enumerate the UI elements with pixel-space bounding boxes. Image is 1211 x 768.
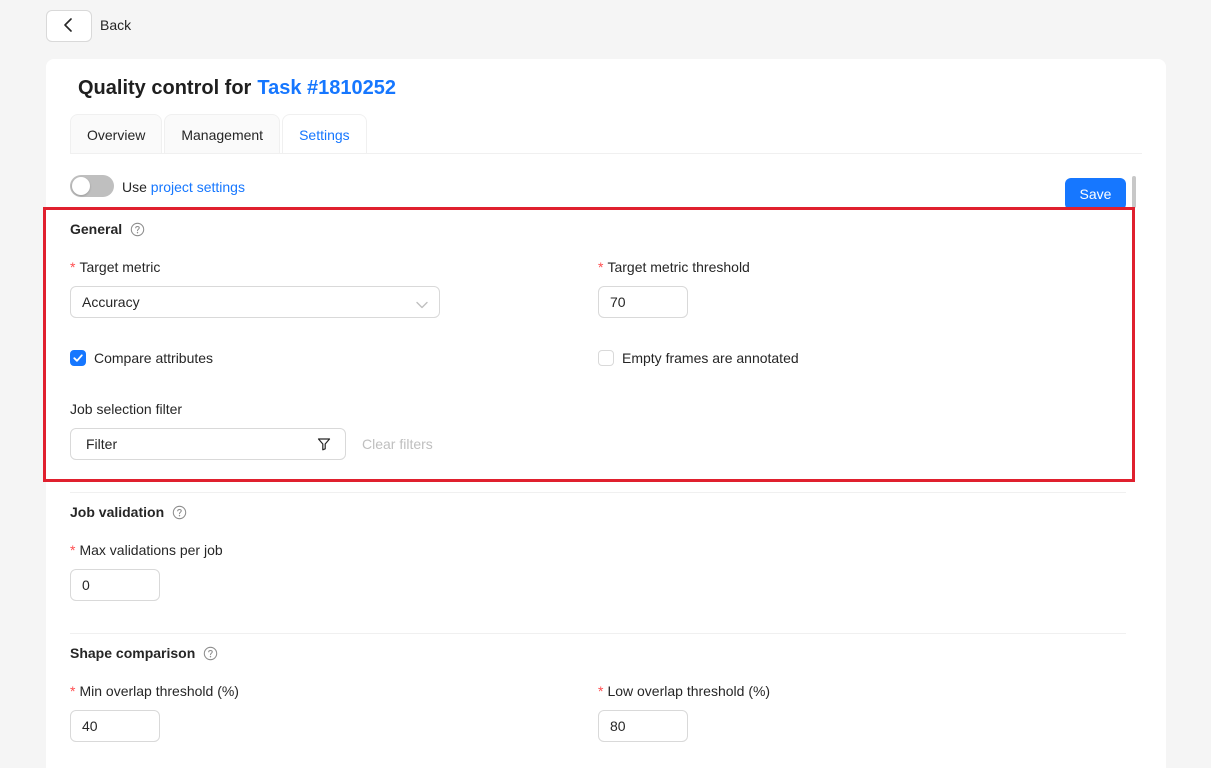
low-overlap-input[interactable]: 80 [598,710,688,742]
target-threshold-value: 70 [610,294,626,310]
target-threshold-label-text: Target metric threshold [607,259,750,275]
project-settings-link[interactable]: project settings [151,179,245,195]
compare-attributes-checkbox[interactable] [70,350,86,366]
max-validations-value: 0 [82,577,90,593]
clear-filters-button[interactable]: Clear filters [362,436,433,452]
target-metric-select[interactable]: Accuracy [70,286,440,318]
save-button[interactable]: Save [1065,178,1126,210]
job-filter-label: Job selection filter [70,401,183,417]
empty-frames-label[interactable]: Empty frames are annotated [622,350,799,366]
job-filter-select[interactable]: Filter [70,428,346,460]
job-validation-title-text: Job validation [70,504,165,520]
general-title-text: General [70,221,123,237]
section-divider [70,633,1126,634]
low-overlap-label: * Low overlap threshold (%) [598,683,771,699]
task-link[interactable]: Task #1810252 [257,77,396,99]
chevron-left-icon [63,17,75,35]
tab-overview[interactable]: Overview [70,114,163,154]
min-overlap-label-text: Min overlap threshold (%) [79,683,239,699]
project-settings-toggle[interactable] [70,175,114,197]
target-metric-value: Accuracy [82,294,140,310]
tab-settings[interactable]: Settings [282,114,367,154]
check-icon [73,354,83,362]
min-overlap-input[interactable]: 40 [70,710,160,742]
tab-bar: Overview Management Settings [70,114,369,154]
max-validations-label: * Max validations per job [70,542,223,558]
help-circle-icon[interactable] [130,222,145,237]
page-title-prefix: Quality control for [78,77,252,99]
compare-attributes-label[interactable]: Compare attributes [94,350,213,366]
max-validations-label-text: Max validations per job [79,542,223,558]
job-filter-value: Filter [86,436,118,452]
min-overlap-label: * Min overlap threshold (%) [70,683,239,699]
project-settings-label: Use project settings [122,179,245,195]
project-settings-prefix: Use [122,179,147,195]
min-overlap-value: 40 [82,718,98,734]
help-circle-icon[interactable] [172,505,187,520]
empty-frames-checkbox[interactable] [598,350,614,366]
target-threshold-input[interactable]: 70 [598,286,688,318]
tabs-divider [70,153,1142,154]
low-overlap-value: 80 [610,718,626,734]
tab-management[interactable]: Management [164,114,281,154]
general-section-title: General [70,221,145,237]
low-overlap-label-text: Low overlap threshold (%) [607,683,771,699]
filter-icon [317,437,331,454]
chevron-down-icon [416,297,428,313]
toggle-knob [72,177,90,195]
shape-comparison-title-text: Shape comparison [70,645,196,661]
target-metric-label-text: Target metric [79,259,161,275]
target-metric-label: * Target metric [70,259,161,275]
job-validation-section-title: Job validation [70,504,187,520]
shape-comparison-section-title: Shape comparison [70,645,218,661]
page-title: Quality control for Task #1810252 [78,77,396,100]
section-divider [70,492,1126,493]
max-validations-input[interactable]: 0 [70,569,160,601]
help-circle-icon[interactable] [203,646,218,661]
back-label[interactable]: Back [100,17,131,33]
scrollbar-thumb[interactable] [1132,176,1136,208]
back-button[interactable] [46,10,92,42]
target-threshold-label: * Target metric threshold [598,259,750,275]
